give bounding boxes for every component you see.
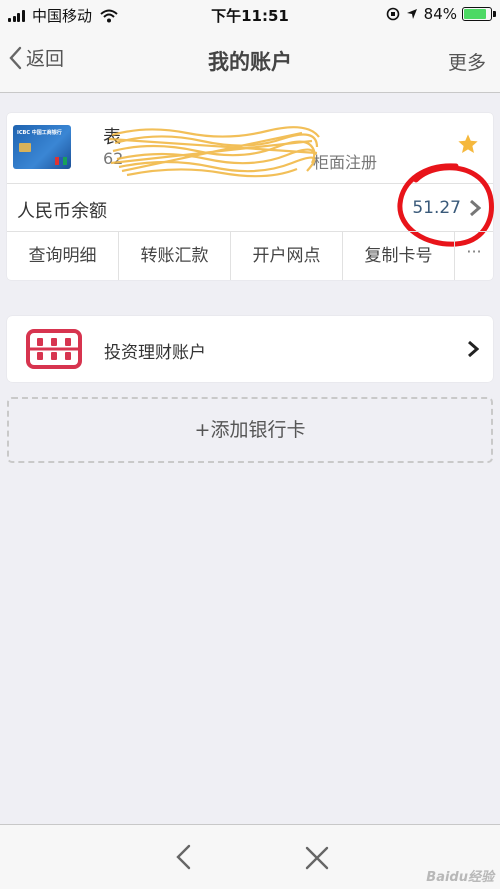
card-actions: 查询明细 转账汇款 开户网点 复制卡号 ··· bbox=[7, 231, 493, 280]
unionpay-logo bbox=[55, 157, 67, 165]
registration-status: 柜面注册 bbox=[313, 153, 378, 172]
chevron-right-icon bbox=[468, 340, 479, 358]
bottom-toolbar: Baidu经验 bbox=[0, 824, 500, 889]
action-copy-card-number[interactable]: 复制卡号 bbox=[343, 232, 455, 280]
page-title: 我的账户 bbox=[208, 50, 292, 74]
action-transfer[interactable]: 转账汇款 bbox=[119, 232, 231, 280]
card-chip bbox=[19, 143, 31, 152]
invest-account-label: 投资理财账户 bbox=[104, 343, 206, 363]
more-actions-button[interactable]: ··· bbox=[455, 232, 493, 280]
abacus-icon bbox=[26, 329, 82, 369]
favorite-star-icon[interactable] bbox=[457, 133, 479, 155]
balance-row[interactable]: 人民币余额 51.27 bbox=[7, 163, 494, 247]
location-icon bbox=[406, 9, 417, 19]
battery-icon bbox=[462, 7, 496, 21]
nav-bar: 返回 我的账户 更多 bbox=[0, 30, 500, 93]
balance-label: 人民币余额 bbox=[17, 201, 107, 222]
bank-card-image: ICBC 中国工商银行 bbox=[13, 125, 71, 169]
invest-account-row[interactable]: 投资理财账户 bbox=[7, 316, 493, 382]
account-card[interactable]: ICBC 中国工商银行 表 62 柜面注册 人民币余额 51.27 查询明细 转… bbox=[7, 113, 494, 280]
action-branches[interactable]: 开户网点 bbox=[231, 232, 343, 280]
battery-percent: 84% bbox=[423, 5, 457, 23]
redaction-scribble bbox=[108, 126, 320, 178]
watermark: Baidu经验 bbox=[426, 870, 494, 885]
action-query-details[interactable]: 查询明细 bbox=[7, 232, 119, 280]
back-arrow-icon[interactable] bbox=[172, 843, 196, 871]
status-right: 84% bbox=[386, 5, 496, 23]
battery-fill bbox=[464, 9, 486, 19]
more-button[interactable]: 更多 bbox=[448, 48, 486, 75]
orientation-lock-icon bbox=[386, 7, 399, 21]
add-bank-card-button[interactable]: +添加银行卡 bbox=[7, 397, 493, 463]
close-icon[interactable] bbox=[304, 845, 330, 871]
status-bar: 中国移动 下午11:51 84% bbox=[0, 0, 500, 30]
bank-logo-text: ICBC 中国工商银行 bbox=[17, 130, 62, 136]
